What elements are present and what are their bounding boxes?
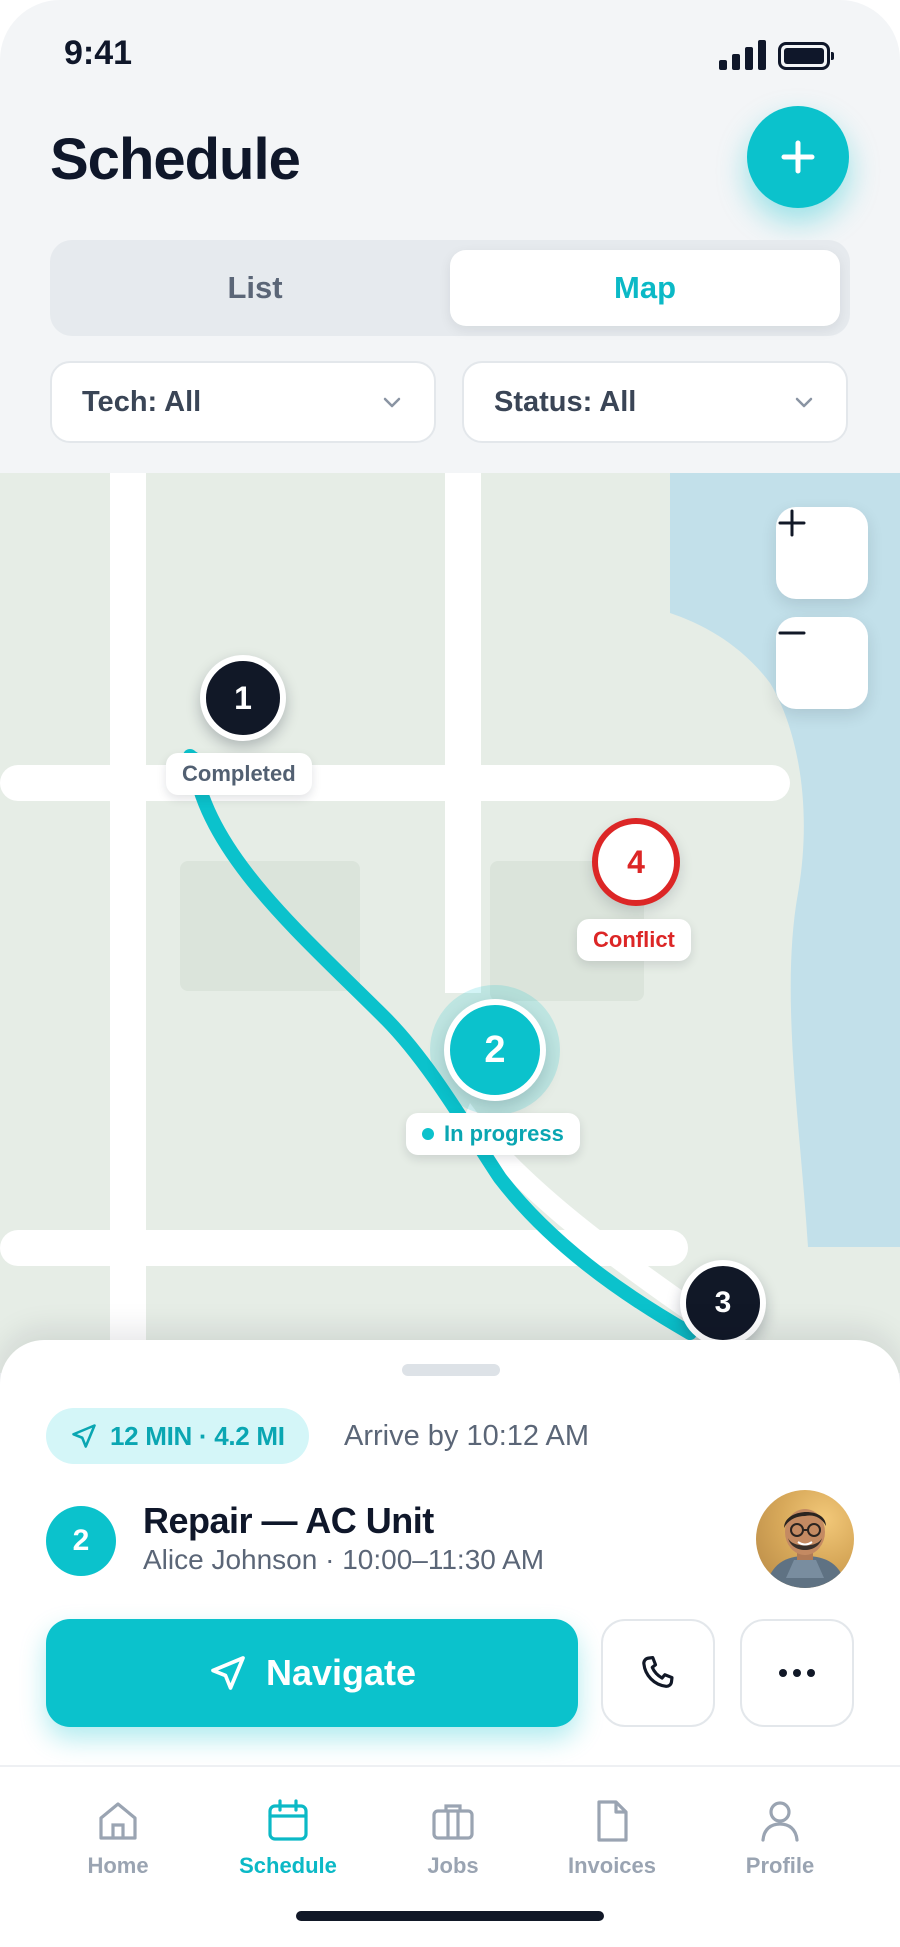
stop-status-label: Completed <box>166 753 312 795</box>
phone-icon <box>642 1656 674 1688</box>
job-title: Repair — AC Unit <box>143 1500 434 1541</box>
more-icon <box>779 1669 815 1677</box>
tab-schedule[interactable]: Schedule <box>208 1797 368 1879</box>
map-canvas <box>0 473 900 1373</box>
calendar-icon <box>268 1799 308 1841</box>
home-indicator <box>296 1911 604 1921</box>
map-stop-pin-active[interactable]: 2 <box>444 999 546 1101</box>
sheet-drag-handle[interactable] <box>402 1364 500 1376</box>
stop-status-label: In progress <box>406 1113 580 1155</box>
tech-filter-label: Tech: All <box>82 385 202 418</box>
status-dot <box>422 1128 434 1140</box>
route-map[interactable]: 1 Completed 4 Conflict 2 In progress 3 <box>0 473 900 1373</box>
tab-schedule-label: Schedule <box>239 1853 337 1878</box>
tab-invoices[interactable]: Invoices <box>532 1797 692 1879</box>
job-number-badge: 2 <box>46 1506 116 1576</box>
job-subtitle: Alice Johnson · 10:00–11:30 AM <box>143 1544 545 1575</box>
stop-status-label: Conflict <box>577 919 691 961</box>
plus-icon <box>781 140 815 174</box>
eta-badge: 12 MIN · 4.2 MI <box>46 1408 309 1464</box>
tab-home[interactable]: Home <box>38 1797 198 1879</box>
more-options-button[interactable] <box>740 1619 854 1727</box>
navigate-button[interactable]: Navigate <box>46 1619 578 1727</box>
tab-map-view[interactable]: Map <box>450 250 840 326</box>
tech-filter-dropdown[interactable]: Tech: All <box>50 361 436 443</box>
tab-profile[interactable]: Profile <box>700 1797 860 1879</box>
add-job-button[interactable] <box>747 106 849 208</box>
map-stop-pin-conflict[interactable]: 4 <box>592 818 680 906</box>
briefcase-icon <box>432 1804 474 1840</box>
status-icons <box>719 40 834 70</box>
map-stop-pin[interactable]: 3 <box>680 1260 766 1346</box>
signal-icon <box>719 40 766 70</box>
page-title: Schedule <box>50 127 301 192</box>
eta-text: 12 MIN · 4.2 MI <box>110 1420 285 1451</box>
navigation-arrow-icon <box>211 1656 245 1690</box>
battery-icon <box>778 42 834 70</box>
tab-jobs-label: Jobs <box>427 1853 479 1878</box>
tab-profile-label: Profile <box>745 1853 815 1878</box>
call-button[interactable] <box>601 1619 715 1727</box>
app-screen: 9:41 Schedule List Map Tech: All Status:… <box>0 0 900 1947</box>
user-icon <box>761 1801 799 1842</box>
tab-jobs[interactable]: Jobs <box>373 1797 533 1879</box>
zoom-out-button[interactable] <box>776 617 868 709</box>
view-toggle: List Map <box>50 240 850 336</box>
chevron-down-icon <box>383 397 401 408</box>
plus-icon <box>778 509 806 537</box>
zoom-in-button[interactable] <box>776 507 868 599</box>
tab-invoices-label: Invoices <box>567 1853 657 1878</box>
navigation-arrow-icon <box>72 1424 96 1448</box>
status-time: 9:41 <box>64 34 133 72</box>
navigate-label: Navigate <box>265 1652 417 1693</box>
stop-status-text: In progress <box>444 1121 564 1146</box>
person-photo <box>766 1509 846 1588</box>
arrive-by-text: Arrive by 10:12 AM <box>344 1420 589 1452</box>
tab-list-view[interactable]: List <box>60 250 450 326</box>
chevron-down-icon <box>795 397 813 408</box>
customer-avatar[interactable] <box>756 1490 854 1588</box>
map-stop-pin[interactable]: 1 <box>200 655 286 741</box>
minus-icon <box>778 631 806 635</box>
status-filter-dropdown[interactable]: Status: All <box>462 361 848 443</box>
home-icon <box>99 1802 137 1840</box>
document-icon <box>597 1800 628 1842</box>
status-filter-label: Status: All <box>494 385 637 418</box>
tab-home-label: Home <box>87 1853 149 1878</box>
